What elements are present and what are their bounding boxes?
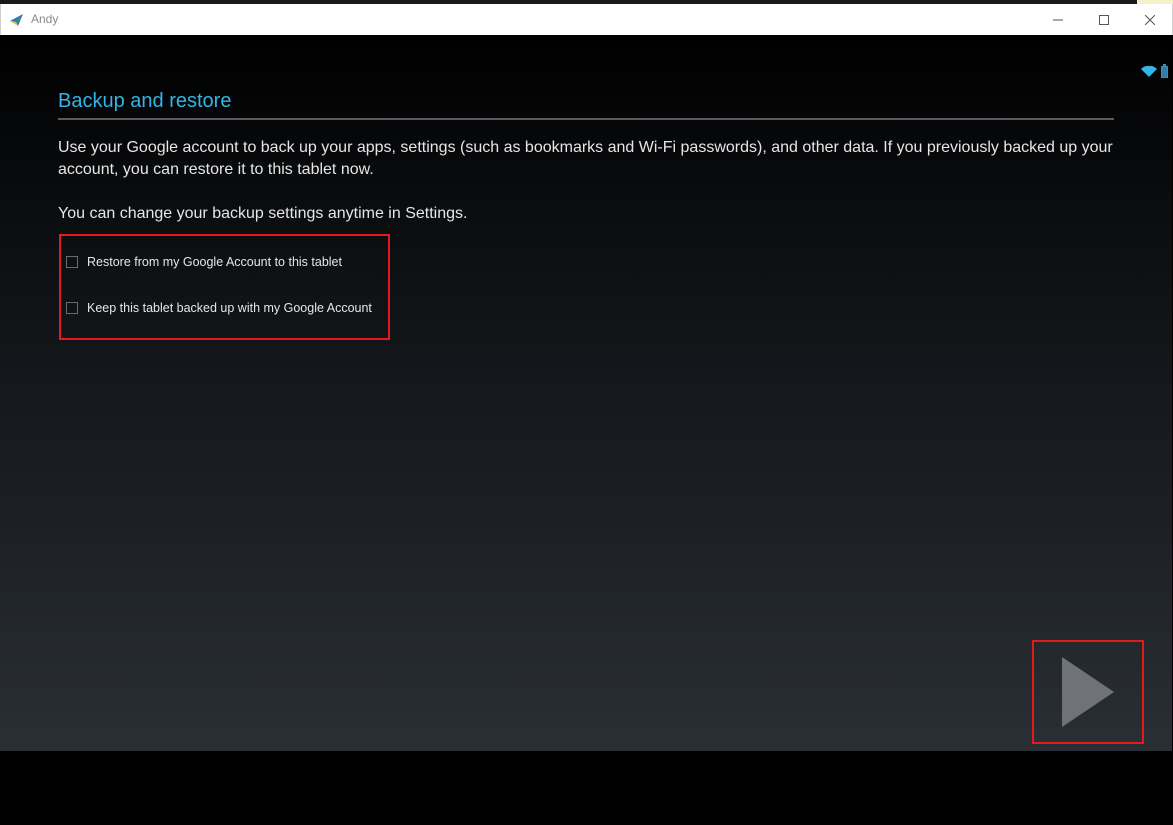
keep-backed-up-checkbox[interactable] xyxy=(66,302,78,314)
battery-icon xyxy=(1161,64,1168,78)
minimize-icon xyxy=(1053,19,1063,20)
close-button[interactable] xyxy=(1127,4,1173,35)
keep-backed-up-option[interactable]: Keep this tablet backed up with my Googl… xyxy=(66,301,372,315)
emulator-window: Andy Backup and restore Use your Google … xyxy=(0,4,1173,825)
title-divider xyxy=(58,118,1114,120)
page-title: Backup and restore xyxy=(58,90,232,112)
window-titlebar[interactable]: Andy xyxy=(0,4,1173,35)
wifi-icon xyxy=(1141,66,1157,77)
close-icon xyxy=(1145,14,1155,25)
next-button[interactable] xyxy=(1032,640,1144,744)
next-arrow-icon xyxy=(1062,657,1114,727)
backup-options-group: Restore from my Google Account to this t… xyxy=(59,234,390,340)
minimize-button[interactable] xyxy=(1035,4,1081,35)
status-bar xyxy=(1141,64,1168,78)
android-screen: Backup and restore Use your Google accou… xyxy=(0,35,1172,751)
window-title: Andy xyxy=(31,12,59,26)
maximize-button[interactable] xyxy=(1081,4,1127,35)
keep-backed-up-option-label: Keep this tablet backed up with my Googl… xyxy=(87,301,372,315)
restore-checkbox[interactable] xyxy=(66,256,78,268)
andy-logo-icon xyxy=(10,14,23,26)
restore-option-label: Restore from my Google Account to this t… xyxy=(87,255,342,269)
bottom-bar xyxy=(0,751,1172,825)
settings-note: You can change your backup settings anyt… xyxy=(58,205,468,222)
backup-description: Use your Google account to back up your … xyxy=(58,139,1113,178)
maximize-icon xyxy=(1099,14,1109,25)
restore-option[interactable]: Restore from my Google Account to this t… xyxy=(66,255,342,269)
